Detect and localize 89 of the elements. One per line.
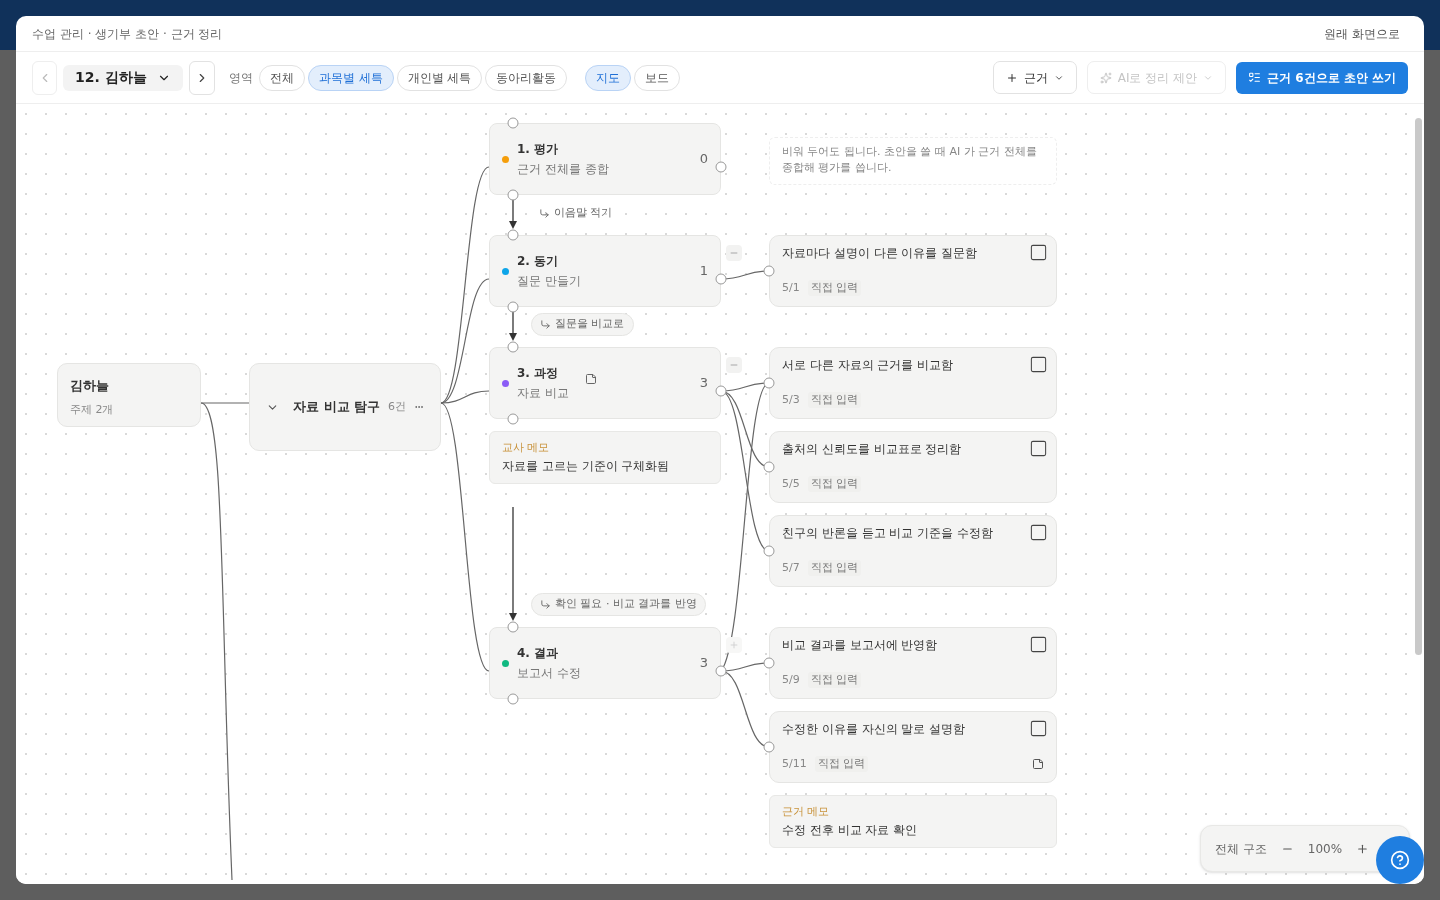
topic-node[interactable]: 자료 비교 탐구 6건 [249,363,441,451]
add-evidence-button[interactable]: 근거 [992,61,1077,94]
link-label[interactable]: 확인 필요 · 비교 결과를 반영 [531,593,706,616]
link-label[interactable]: 이음말 적기 [531,202,621,225]
memo-card[interactable]: 근거 메모 수정 전후 비교 자료 확인 [769,795,1057,848]
topic-count: 주제 2개 [70,401,115,418]
step-count: 1 [699,262,708,281]
step-node[interactable]: 4. 결과 보고서 수정 3 [489,627,721,699]
student-select[interactable]: 12. 김하늘 [63,64,183,91]
evidence-card[interactable]: 친구의 반론을 듣고 비교 기준을 수정함 5/7 직접 입력 [769,515,1057,587]
scrollbar[interactable] [1415,118,1422,655]
evidence-date: 5/7 [782,559,800,576]
sparkle-icon [1099,71,1112,84]
evidence-date: 5/5 [782,475,800,492]
step-title: 2. 동기 [517,253,560,270]
corner-arrow-icon [540,319,551,330]
plus-icon [729,640,739,650]
draft-button[interactable]: 근거 6건으로 초안 쓰기 [1236,61,1408,94]
evidence-date: 5/1 [782,279,800,296]
source-tag: 직접 입력 [807,559,862,576]
checkbox[interactable] [1029,355,1048,374]
zoom-level: 100% [1307,840,1343,858]
step-title: 4. 결과 [517,645,560,662]
corner-arrow-icon [540,599,551,610]
corner-arrow-icon [539,208,550,219]
filter-chip[interactable]: 보드 [634,64,681,91]
evidence-text: 출처의 신뢰도를 비교표로 정리함 [782,441,962,458]
evidence-date: 5/11 [782,755,807,772]
evidence-text: 자료마다 설명이 다른 이유를 질문함 [782,245,978,262]
step-title: 3. 과정 [517,365,560,382]
memo-text: 자료를 고르는 기준이 구체화됨 [502,457,671,475]
collapse-button[interactable] [726,245,742,261]
checkbox[interactable] [1029,523,1048,542]
source-tag: 직접 입력 [807,475,862,492]
filter-chip[interactable]: 개인별 세특 [396,64,483,91]
evidence-card[interactable]: 비교 결과를 보고서에 반영함 5/9 직접 입력 [769,627,1057,699]
hint-text: 비워 두어도 됩니다. 초안을 쓸 때 AI 가 근거 전체를 종합해 평가를 씁니다. [769,137,1057,185]
filter-chip[interactable]: 과목별 세특 [307,64,394,91]
evidence-count: 6건 [388,398,407,415]
breadcrumb: 수업 관리 · 생기부 초안 · 근거 정리 [32,25,223,43]
checkbox[interactable] [1029,439,1048,458]
expand-button[interactable] [726,637,742,653]
step-subtitle: 근거 전체를 종합 [517,161,609,178]
checkbox[interactable] [1029,719,1048,738]
evidence-text: 서로 다른 자료의 근거를 비교함 [782,357,954,374]
source-tag: 직접 입력 [807,391,862,408]
memo-text: 수정 전후 비교 자료 확인 [782,821,919,839]
step-title: 1. 평가 [517,141,560,158]
step-node[interactable]: 1. 평가 근거 전체를 종합 0 [489,123,721,195]
evidence-card[interactable]: 자료마다 설명이 다른 이유를 질문함 5/1 직접 입력 [769,235,1057,307]
source-tag: 직접 입력 [814,755,869,772]
checkbox[interactable] [1029,635,1048,654]
student-name: 김하늘 [70,377,110,395]
memo-card[interactable]: 교사 메모 자료를 고르는 기준이 구체화됨 [489,431,721,484]
evidence-card[interactable]: 출처의 신뢰도를 비교표로 정리함 5/5 직접 입력 [769,431,1057,503]
back-link[interactable]: 원래 화면으로 [1324,24,1400,43]
link-label[interactable]: 질문을 비교로 [531,313,634,336]
student-node[interactable]: 김하늘 주제 2개 [57,363,201,427]
source-tag: 직접 입력 [807,671,862,688]
memo-label: 근거 메모 [782,804,831,820]
area-label: 영역 [228,69,253,87]
evidence-card[interactable]: 서로 다른 자료의 근거를 비교함 5/3 직접 입력 [769,347,1057,419]
source-tag: 직접 입력 [807,279,862,296]
evidence-card[interactable]: 수정한 이유를 자신의 말로 설명함 5/11 직접 입력 [769,711,1057,783]
step-subtitle: 보고서 수정 [517,665,581,682]
checkbox[interactable] [1029,243,1048,262]
help-icon [1390,850,1410,870]
step-count: 3 [699,374,708,393]
evidence-text: 수정한 이유를 자신의 말로 설명함 [782,721,966,738]
step-subtitle: 자료 비교 [517,385,569,402]
step-count: 3 [699,654,708,673]
evidence-date: 5/9 [782,671,800,688]
previous-button[interactable] [32,60,57,95]
filter-chip[interactable]: 전체 [258,64,305,91]
next-button[interactable] [188,60,215,95]
step-subtitle: 질문 만들기 [517,273,581,290]
step-node[interactable]: 2. 동기 질문 만들기 1 [489,235,721,307]
evidence-text: 친구의 반론을 듣고 비교 기준을 수정함 [782,525,994,542]
overview-button[interactable]: 전체 구조 [1215,839,1267,858]
evidence-date: 5/3 [782,391,800,408]
filter-chip[interactable]: 동아리활동 [485,64,568,91]
plus-icon [1005,71,1018,84]
collapse-button[interactable] [726,357,742,373]
topic-title: 자료 비교 탐구 [293,398,381,417]
step-node[interactable]: 3. 과정 자료 비교 3 [489,347,721,419]
filter-chip[interactable]: 지도 [585,64,632,91]
memo-label: 교사 메모 [502,440,551,456]
evidence-text: 비교 결과를 보고서에 반영함 [782,637,938,654]
step-count: 0 [699,150,708,169]
